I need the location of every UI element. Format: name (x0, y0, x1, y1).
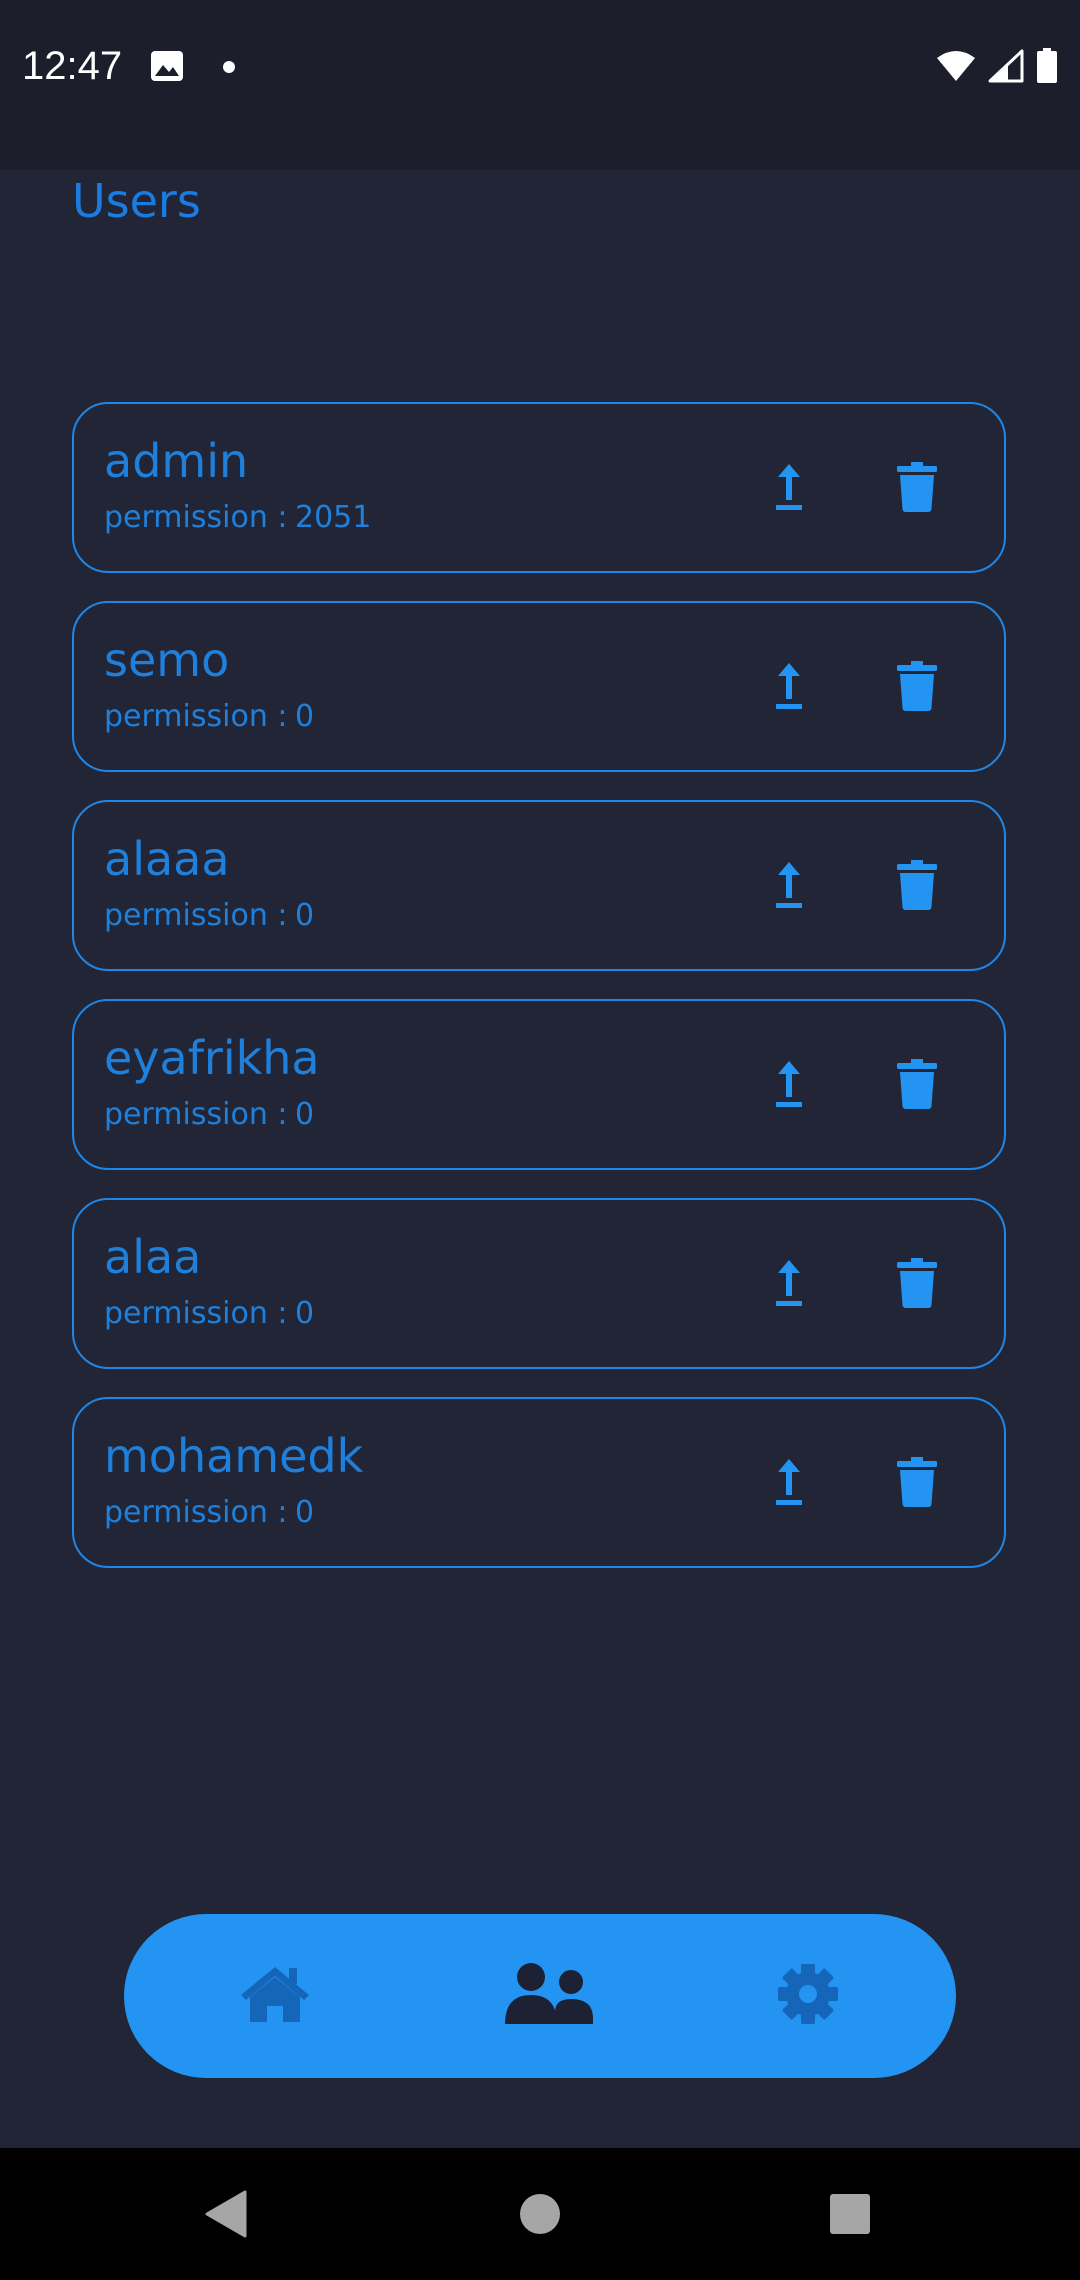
bottom-nav (124, 1914, 956, 2078)
users-screen: Users admin permission :2051 semo permis… (0, 170, 1080, 2148)
delete-button[interactable] (882, 1449, 952, 1519)
permission-label: permission : (104, 1296, 288, 1331)
user-card[interactable]: alaaa permission :0 (72, 800, 1006, 971)
user-card[interactable]: semo permission :0 (72, 601, 1006, 772)
upload-button[interactable] (754, 1449, 824, 1519)
trash-icon (897, 860, 937, 914)
system-back-button[interactable] (196, 2186, 256, 2246)
permission-value: 0 (294, 898, 315, 933)
page-title: Users (72, 174, 201, 228)
notification-dot-icon (222, 59, 236, 78)
permission-label: permission : (104, 500, 288, 535)
upload-button[interactable] (754, 1051, 824, 1121)
user-card[interactable]: alaa permission :0 (72, 1198, 1006, 1369)
delete-button[interactable] (882, 1250, 952, 1320)
image-icon (150, 50, 184, 86)
permission-value: 2051 (294, 500, 372, 535)
trash-icon (897, 462, 937, 516)
trash-icon (897, 661, 937, 715)
home-icon (239, 1964, 311, 2028)
permission-value: 0 (294, 1097, 315, 1132)
user-name: alaa (104, 1230, 202, 1284)
upload-icon (776, 1260, 802, 1310)
user-card[interactable]: mohamedk permission :0 (72, 1397, 1006, 1568)
user-permission: permission :0 (104, 1296, 314, 1331)
system-nav-bar (0, 2148, 1080, 2280)
user-card[interactable]: eyafrikha permission :0 (72, 999, 1006, 1170)
user-list: admin permission :2051 semo permission :… (72, 402, 1006, 1596)
nav-home-button[interactable] (225, 1946, 325, 2046)
permission-label: permission : (104, 1495, 288, 1530)
permission-label: permission : (104, 699, 288, 734)
delete-button[interactable] (882, 1051, 952, 1121)
nav-settings-button[interactable] (758, 1946, 858, 2046)
user-name: eyafrikha (104, 1031, 320, 1085)
user-permission: permission :0 (104, 898, 314, 933)
user-name: alaaa (104, 832, 230, 886)
user-card[interactable]: admin permission :2051 (72, 402, 1006, 573)
permission-label: permission : (104, 898, 288, 933)
user-permission: permission :0 (104, 1495, 314, 1530)
upload-button[interactable] (754, 653, 824, 723)
delete-button[interactable] (882, 852, 952, 922)
status-bar: 12:47 (0, 0, 1080, 170)
upload-button[interactable] (754, 454, 824, 524)
trash-icon (897, 1059, 937, 1113)
wifi-icon (936, 50, 976, 86)
system-home-button[interactable] (510, 2186, 570, 2246)
signal-icon (988, 49, 1024, 87)
user-permission: permission :2051 (104, 500, 371, 535)
trash-icon (897, 1258, 937, 1312)
delete-button[interactable] (882, 653, 952, 723)
nav-users-button[interactable] (499, 1946, 599, 2046)
battery-icon (1036, 48, 1058, 88)
upload-icon (776, 1459, 802, 1509)
back-icon (205, 2190, 247, 2242)
status-system-icons (936, 48, 1058, 88)
home-circle-icon (519, 2193, 561, 2239)
user-permission: permission :0 (104, 1097, 314, 1132)
status-notification-icons (150, 50, 236, 86)
user-permission: permission :0 (104, 699, 314, 734)
system-recents-button[interactable] (820, 2186, 880, 2246)
delete-button[interactable] (882, 454, 952, 524)
trash-icon (897, 1457, 937, 1511)
upload-icon (776, 464, 802, 514)
users-icon (503, 1962, 595, 2030)
gear-icon (777, 1963, 839, 2029)
user-name: admin (104, 434, 249, 488)
status-time: 12:47 (22, 44, 123, 88)
user-name: semo (104, 633, 230, 687)
upload-button[interactable] (754, 852, 824, 922)
permission-value: 0 (294, 1296, 315, 1331)
recents-icon (829, 2193, 871, 2239)
permission-label: permission : (104, 1097, 288, 1132)
user-name: mohamedk (104, 1429, 364, 1483)
upload-icon (776, 1061, 802, 1111)
upload-icon (776, 862, 802, 912)
permission-value: 0 (294, 1495, 315, 1530)
permission-value: 0 (294, 699, 315, 734)
upload-icon (776, 663, 802, 713)
upload-button[interactable] (754, 1250, 824, 1320)
